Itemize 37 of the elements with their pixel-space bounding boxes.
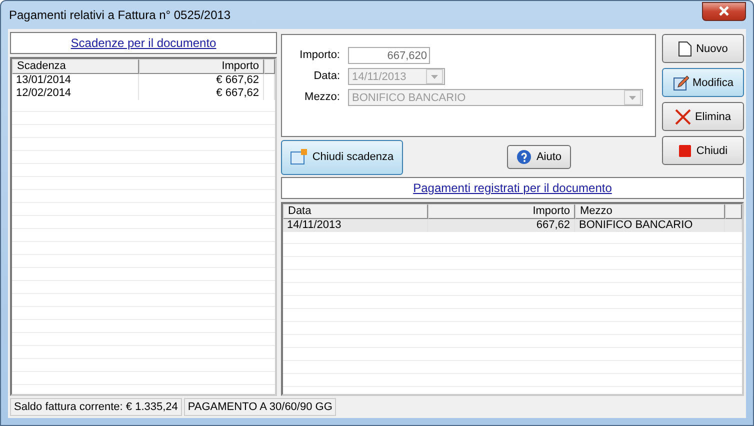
dropdown-arrow-icon <box>629 96 636 100</box>
window-title: Pagamenti relativi a Fattura n° 0525/2013 <box>8 8 231 22</box>
table-cell: 14/11/2013 <box>283 219 428 232</box>
column-header[interactable]: Mezzo <box>575 204 725 219</box>
table-cell: BONIFICO BANCARIO <box>575 219 725 232</box>
section-heading-link[interactable]: Pagamenti registrati per il documento <box>281 177 744 199</box>
status-text: PAGAMENTO A 30/60/90 GG <box>184 398 336 416</box>
table-cell: 667,62 <box>428 219 575 232</box>
status-text: Saldo fattura corrente: € 1.335,24 <box>10 398 182 416</box>
toolbar-button[interactable]: Nuovo <box>662 34 744 63</box>
grid-row[interactable]: 14/11/2013 667,62 BONIFICO BANCARIO <box>283 219 742 232</box>
toolbar-button[interactable]: Modifica <box>662 68 744 97</box>
toolbar-button[interactable]: Chiudi <box>662 136 744 165</box>
document-icon <box>678 40 692 56</box>
input-field[interactable]: 667,620 <box>348 47 430 64</box>
close-deadline-button[interactable]: Chiudi scadenza <box>281 140 403 174</box>
help-button[interactable]: Aiuto <box>507 145 571 169</box>
table-cell: € 667,62 <box>139 87 264 100</box>
toolbar-button[interactable]: Elimina <box>662 102 744 131</box>
section-heading-link[interactable]: Scadenze per il documento <box>10 32 277 54</box>
calendar-icon <box>290 149 308 165</box>
dropdown-arrow-icon <box>431 74 438 78</box>
table-cell: 12/02/2014 <box>12 87 139 100</box>
field-label: Mezzo: <box>304 90 341 105</box>
help-icon <box>516 149 532 165</box>
header-filler <box>725 204 742 219</box>
column-header[interactable]: Scadenza <box>12 59 139 74</box>
column-header[interactable]: Data <box>283 204 428 219</box>
column-header[interactable]: Importo <box>428 204 575 219</box>
column-header[interactable]: Importo <box>139 59 264 74</box>
close-button[interactable] <box>702 2 746 20</box>
field-label: Data: <box>312 69 341 84</box>
field-label: Importo: <box>298 48 341 63</box>
stop-icon <box>678 144 692 158</box>
cross-icon <box>674 108 691 124</box>
pencil-icon <box>672 74 689 90</box>
close-icon <box>718 6 730 16</box>
